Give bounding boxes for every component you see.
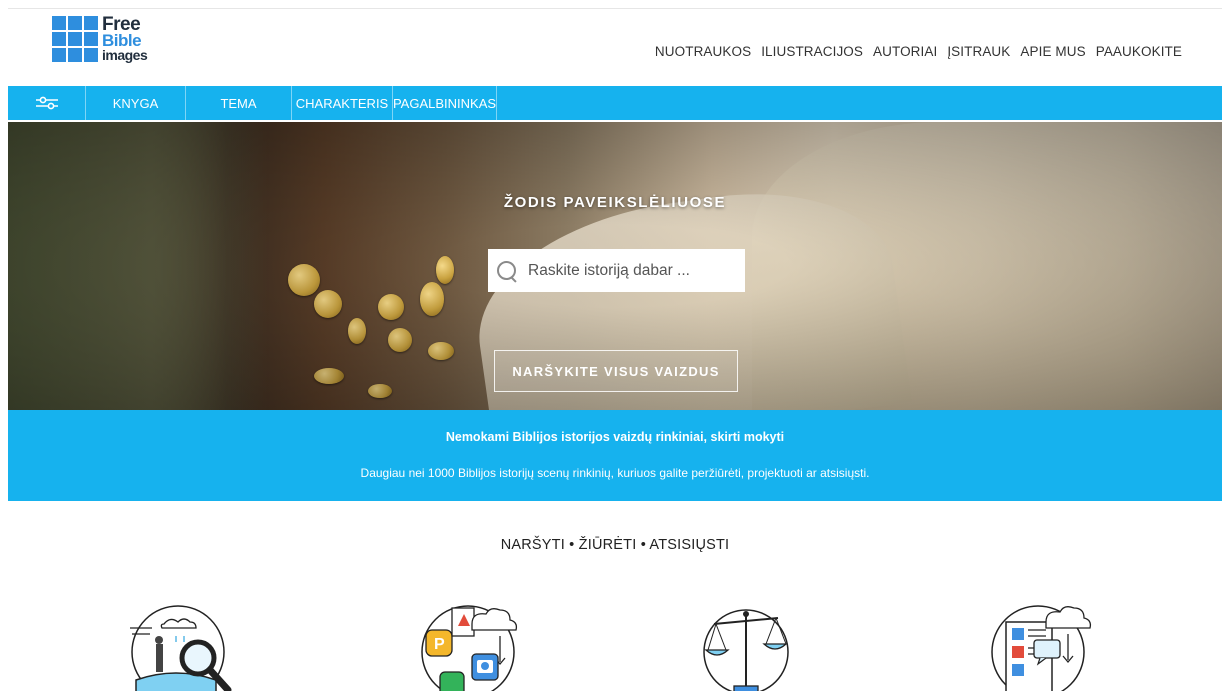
section-title: NARŠYTI • ŽIŪRĖTI • ATSISIŲSTI (500, 537, 730, 553)
hero-banner: ŽODIS PAVEIKSLĖLIUOSE NARŠYKITE VISUS VA… (8, 122, 1222, 410)
topnav-paaukokite[interactable]: PAAUKOKITE (1096, 44, 1182, 59)
logo-word-images: images (102, 47, 148, 64)
topnav-isitrauk[interactable]: ĮSITRAUK (947, 44, 1010, 59)
explorer-book-search-icon[interactable] (128, 600, 238, 691)
topnav-autoriai[interactable]: AUTORIAI (873, 44, 937, 59)
search-box[interactable] (488, 249, 745, 292)
site-logo[interactable]: Free Bible images (52, 15, 148, 64)
svg-text:P: P (434, 636, 445, 653)
site-header: Free Bible images NUOTRAUKOS ILIUSTRACIJ… (0, 0, 1230, 86)
hero-title: ŽODIS PAVEIKSLĖLIUOSE (503, 194, 727, 211)
category-navbar: KNYGA TEMA CHARAKTERIS PAGALBININKAS (8, 86, 1222, 120)
nav-charakteris[interactable]: CHARAKTERIS (292, 86, 393, 120)
search-input[interactable] (528, 261, 728, 280)
browse-all-button[interactable]: NARŠYKITE VISUS VAIZDUS (494, 350, 738, 392)
topnav-iliustracijos[interactable]: ILIUSTRACIJOS (761, 44, 863, 59)
search-icon (496, 260, 518, 282)
nav-tema[interactable]: TEMA (186, 86, 292, 120)
sliders-icon[interactable] (8, 86, 86, 120)
nav-pagalbininkas[interactable]: PAGALBININKAS (393, 86, 497, 120)
info-band: Nemokami Biblijos istorijos vaizdų rinki… (8, 410, 1222, 501)
logo-text: Free Bible images (102, 15, 148, 64)
info-title: Nemokami Biblijos istorijos vaizdų rinki… (445, 430, 785, 444)
topnav-apie-mus[interactable]: APIE MUS (1020, 44, 1085, 59)
topnav-nuotraukos[interactable]: NUOTRAUKOS (655, 44, 751, 59)
info-subtitle: Daugiau nei 1000 Biblijos istorijų scenų… (360, 466, 870, 480)
nav-knyga[interactable]: KNYGA (86, 86, 186, 120)
top-navigation: NUOTRAUKOS ILIUSTRACIJOS AUTORIAI ĮSITRA… (655, 44, 1182, 59)
app-formats-cloud-icon[interactable]: P (414, 600, 524, 691)
document-cloud-download-icon[interactable] (988, 600, 1098, 691)
logo-grid-icon (52, 16, 98, 62)
scales-icon[interactable] (700, 600, 810, 691)
